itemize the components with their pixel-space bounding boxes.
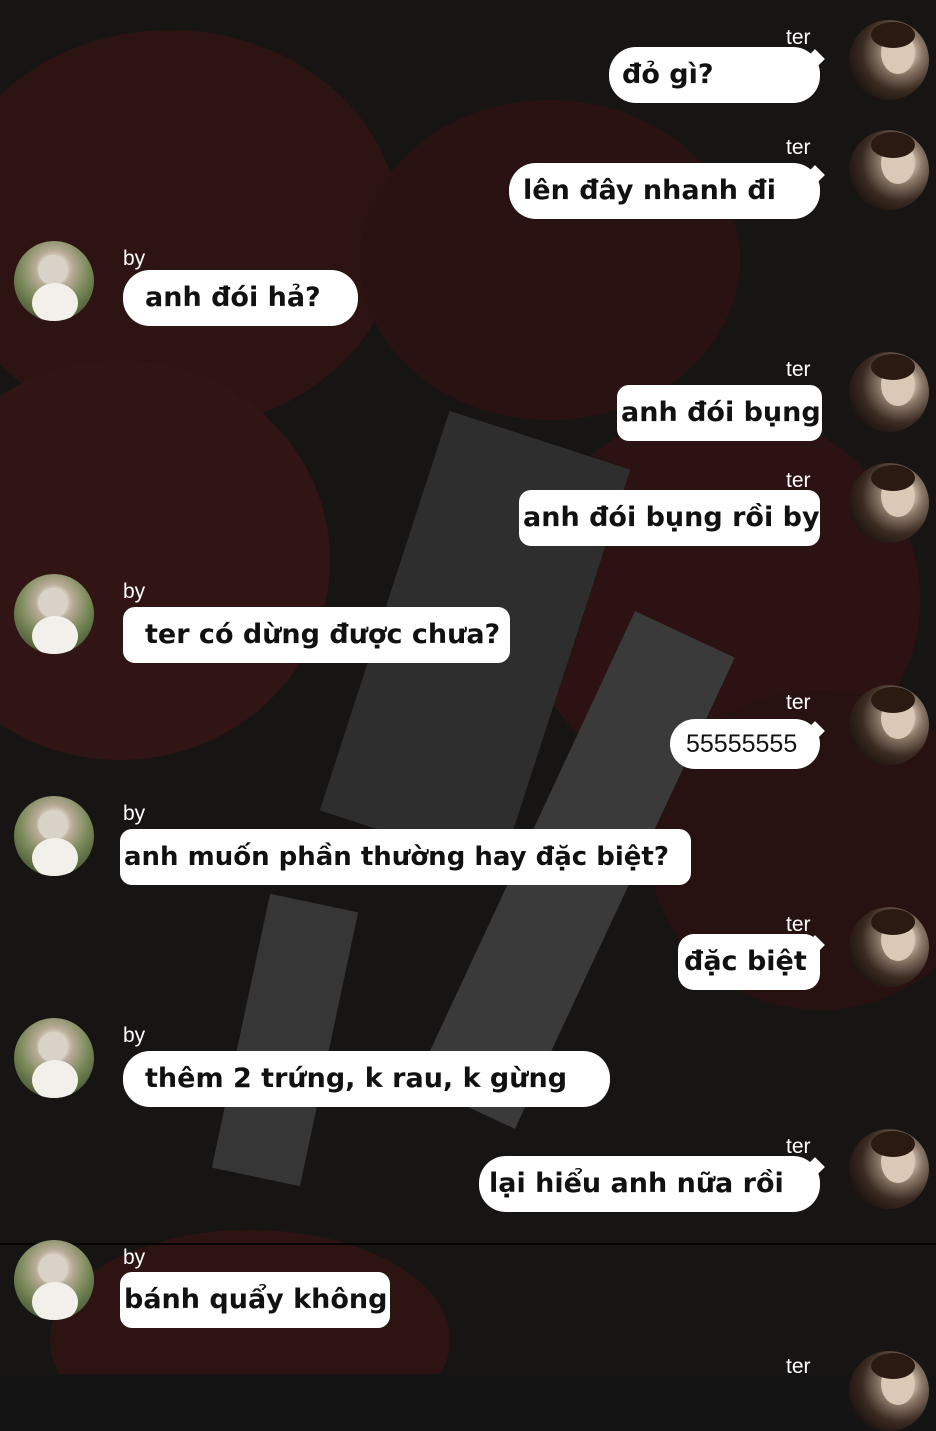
avatar-ter-icon[interactable]: [849, 20, 929, 100]
sender-name: ter: [786, 913, 811, 936]
message-bubble[interactable]: đặc biệt: [678, 934, 820, 990]
sender-name: by: [123, 580, 146, 603]
avatar-ter-icon[interactable]: [849, 463, 929, 543]
sender-name: ter: [786, 1355, 811, 1378]
sender-name: by: [123, 1024, 146, 1047]
sender-name: ter: [786, 469, 811, 492]
screenshot-divider: [0, 1243, 936, 1245]
message-bubble[interactable]: lên đây nhanh đi: [509, 163, 820, 219]
sender-name: by: [123, 802, 146, 825]
message-bubble[interactable]: anh muốn phần thường hay đặc biệt?: [120, 829, 691, 885]
message-bubble[interactable]: bánh quẩy không: [120, 1272, 390, 1328]
sender-name: ter: [786, 1135, 811, 1158]
sender-name: ter: [786, 691, 811, 714]
avatar-by-icon[interactable]: [14, 574, 94, 654]
message-bubble[interactable]: anh đói bụng rồi by: [519, 490, 820, 546]
message-bubble[interactable]: anh đói bụng: [617, 385, 822, 441]
avatar-ter-icon[interactable]: [849, 130, 929, 210]
sender-name: by: [123, 247, 146, 270]
message-bubble[interactable]: đỏ gì?: [609, 47, 820, 103]
sender-name: ter: [786, 136, 811, 159]
avatar-ter-icon[interactable]: [849, 1351, 929, 1431]
avatar-by-icon[interactable]: [14, 1018, 94, 1098]
sender-name: by: [123, 1246, 146, 1269]
avatar-ter-icon[interactable]: [849, 685, 929, 765]
avatar-by-icon[interactable]: [14, 241, 94, 321]
message-bubble[interactable]: thêm 2 trứng, k rau, k gừng: [123, 1051, 610, 1107]
message-bubble[interactable]: anh đói hả?: [123, 270, 358, 326]
message-bubble[interactable]: ter có dừng được chưa?: [123, 607, 510, 663]
message-bubble[interactable]: lại hiểu anh nữa rồi: [479, 1156, 820, 1212]
avatar-ter-icon[interactable]: [849, 907, 929, 987]
avatar-ter-icon[interactable]: [849, 1129, 929, 1209]
avatar-by-icon[interactable]: [14, 796, 94, 876]
sender-name: ter: [786, 358, 811, 381]
avatar-by-icon[interactable]: [14, 1240, 94, 1320]
avatar-ter-icon[interactable]: [849, 352, 929, 432]
message-bubble[interactable]: 55555555: [670, 719, 820, 769]
sender-name: ter: [786, 26, 811, 49]
